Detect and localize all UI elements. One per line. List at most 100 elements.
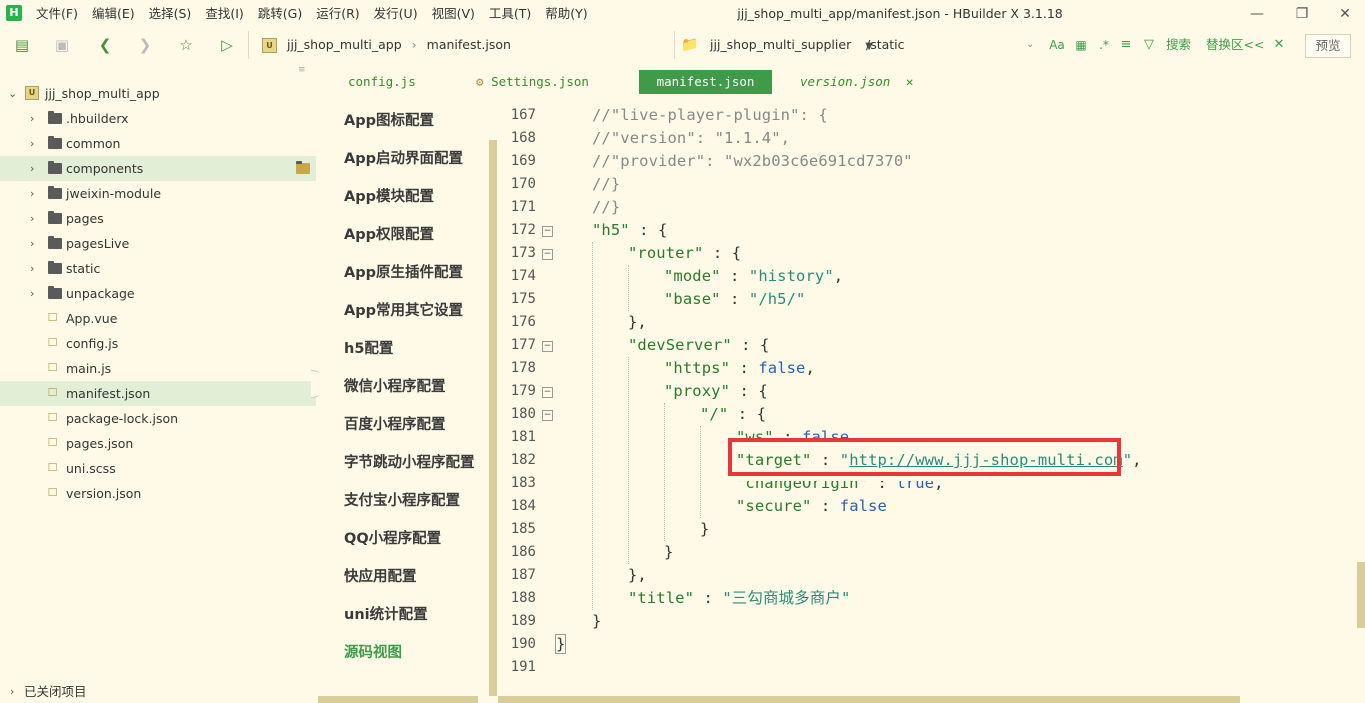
config-nav-item[interactable]: h5配置 [344,337,393,361]
tree-item[interactable]: ☐ version.json [0,481,316,506]
config-nav-item[interactable]: App图标配置 [344,109,434,133]
config-nav-item[interactable]: uni统计配置 [344,603,428,627]
code-editor[interactable]: 167 //"live-player-plugin": {168 //"versio… [498,100,1356,690]
regex-icon[interactable]: .* [1094,35,1114,55]
save-icon[interactable]: ▣ [52,35,72,55]
config-nav-item[interactable]: QQ小程序配置 [344,527,441,551]
open-folder-icon[interactable] [296,161,310,174]
config-nav-item[interactable]: App权限配置 [344,223,434,247]
drag-handle-icon[interactable]: ≡ [298,65,308,75]
new-file-icon[interactable]: ▤ [12,35,32,55]
path-input[interactable]: /static ⌄ [866,35,1036,55]
preview-button[interactable]: 预览 [1305,34,1351,58]
menu-view[interactable]: 视图(V) [432,0,475,28]
tab-config-js[interactable]: config.js [336,70,438,94]
close-tab-icon[interactable]: ✕ [906,74,914,89]
fold-toggle-icon[interactable]: − [542,387,553,398]
restore-icon[interactable]: ❐ [1292,4,1312,24]
nav-horizontal-scrollbar[interactable] [318,696,478,703]
tab-manifest-json[interactable]: manifest.json [639,70,772,94]
close-icon[interactable]: ✕ [1335,4,1355,24]
folder-search-icon[interactable]: 📁 [680,35,700,55]
file-icon: ☐ [47,361,58,374]
menu-edit[interactable]: 编辑(E) [92,0,135,28]
config-nav-item[interactable]: App模块配置 [344,185,434,209]
tree-item[interactable]: ☐ uni.scss [0,456,316,481]
list-icon[interactable]: ≡ [1116,35,1136,55]
chevron-right-icon[interactable]: › [30,281,34,306]
breadcrumb-project[interactable]: jjj_shop_multi_app [287,37,402,52]
fold-toggle-icon[interactable]: − [542,249,553,260]
chevron-down-icon[interactable]: ⌄ [1026,35,1034,55]
tab-settings-json[interactable]: ⚙ Settings.json [476,70,616,94]
tree-item[interactable]: › unpackage [0,281,316,306]
match-case-icon[interactable]: Aa [1047,35,1067,55]
tree-item[interactable]: ☐ package-lock.json [0,406,316,431]
config-nav-item[interactable]: 源码视图 [344,641,402,665]
tree-item[interactable]: › components [0,156,316,181]
chevron-right-icon[interactable]: › [30,231,34,256]
replace-toggle-button[interactable]: 替换区<< [1206,35,1264,55]
folder-icon [48,286,62,299]
file-icon: ☐ [47,386,58,399]
run-icon[interactable]: ▷ [217,35,237,55]
editor-horizontal-scrollbar[interactable] [498,696,1240,703]
chevron-right-icon[interactable]: › [30,156,34,181]
nav-scrollbar[interactable] [489,140,497,696]
chevron-right-icon[interactable]: › [30,256,34,281]
closed-projects[interactable]: › 已关闭项目 [0,680,316,703]
fold-toggle-icon[interactable]: − [542,226,553,237]
menu-select[interactable]: 选择(S) [149,0,192,28]
config-nav-item[interactable]: App启动界面配置 [344,147,463,171]
project-selector[interactable]: jjj_shop_multi_supplier ▼ [710,35,873,55]
tree-root[interactable]: ⌄ U jjj_shop_multi_app [0,81,316,106]
tree-item[interactable]: ☐ pages.json [0,431,316,456]
minimize-icon[interactable]: — [1247,4,1267,24]
chevron-right-icon: › [10,685,15,698]
chevron-right-icon[interactable]: › [30,181,34,206]
menu-tools[interactable]: 工具(T) [489,0,531,28]
chevron-right-icon[interactable]: › [30,106,34,131]
close-search-icon[interactable]: ✕ [1269,35,1289,55]
chevron-right-icon[interactable]: › [30,206,34,231]
tree-item[interactable]: ☐ main.js [0,356,316,381]
tree-item[interactable]: › pagesLive [0,231,316,256]
tab-version-json[interactable]: version.json ✕ [800,70,930,94]
config-nav-item[interactable]: 百度小程序配置 [344,413,446,437]
forward-icon[interactable]: ❯ [135,35,155,55]
menu-find[interactable]: 查找(I) [205,0,243,28]
config-nav-item[interactable]: App原生插件配置 [344,261,463,285]
menu-publish[interactable]: 发行(U) [374,0,418,28]
back-icon[interactable]: ❮ [95,35,115,55]
menu-run[interactable]: 运行(R) [316,0,359,28]
config-nav-item[interactable]: 快应用配置 [344,565,417,589]
closed-projects-label: 已关闭项目 [24,684,87,699]
config-nav-item[interactable]: 字节跳动小程序配置 [344,451,475,475]
config-nav-item[interactable]: 微信小程序配置 [344,375,446,399]
tree-item[interactable]: ☐ config.js [0,331,316,356]
code-token: "devServer" [628,336,732,354]
tree-item[interactable]: ☐ manifest.json [0,381,316,406]
menu-help[interactable]: 帮助(Y) [545,0,587,28]
chevron-down-icon[interactable]: ⌄ [8,81,17,106]
code-punct: , [833,267,844,285]
tree-item[interactable]: ☐ App.vue [0,306,316,331]
editor-vertical-scrollbar[interactable] [1357,562,1365,628]
config-nav-item[interactable]: App常用其它设置 [344,299,463,323]
filter-icon[interactable]: ▽ [1139,35,1159,55]
star-icon[interactable]: ☆ [176,35,196,55]
chevron-right-icon[interactable]: › [30,131,34,156]
whole-word-icon[interactable]: ▦ [1071,35,1091,55]
tree-item[interactable]: › jweixin-module [0,181,316,206]
tree-item[interactable]: › common [0,131,316,156]
tree-item[interactable]: › static [0,256,316,281]
fold-toggle-icon[interactable]: − [542,410,553,421]
menu-goto[interactable]: 跳转(G) [258,0,302,28]
menu-file[interactable]: 文件(F) [36,0,78,28]
fold-toggle-icon[interactable]: − [542,341,553,352]
tree-item[interactable]: › .hbuilderx [0,106,316,131]
config-nav-item[interactable]: 支付宝小程序配置 [344,489,460,513]
tree-item[interactable]: › pages [0,206,316,231]
search-button[interactable]: 搜索 [1166,35,1191,55]
breadcrumb-file[interactable]: manifest.json [427,37,511,52]
